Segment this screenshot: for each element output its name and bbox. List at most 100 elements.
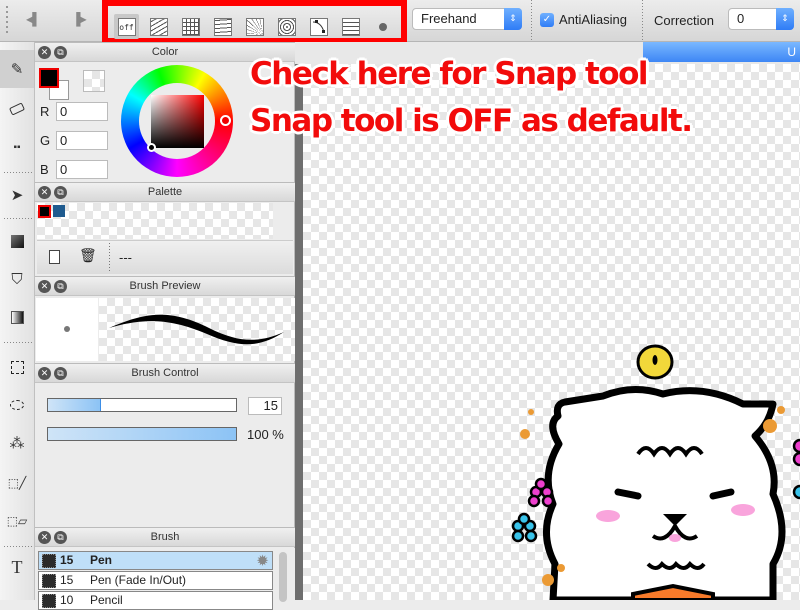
transparent-color-swatch[interactable] — [83, 70, 105, 92]
correction-select[interactable]: 0 ⇕ — [728, 8, 794, 30]
brush-size-input[interactable]: 15 — [248, 397, 282, 415]
brush-stroke-preview — [99, 298, 295, 361]
horizontal-lines-icon — [213, 17, 232, 36]
snap-radial-button[interactable] — [242, 14, 267, 39]
radial-lines-icon — [245, 17, 264, 36]
snap-parallel-lines-button[interactable] — [146, 14, 171, 39]
chevron-updown-icon: ⇕ — [776, 8, 794, 30]
b-input[interactable]: 0 — [56, 160, 108, 179]
palette-swatch[interactable] — [38, 205, 51, 218]
close-icon[interactable]: ✕ — [38, 531, 51, 544]
gradient-tool[interactable] — [4, 304, 30, 330]
pen-tool[interactable]: ✎ — [0, 50, 34, 88]
move-arrow-icon: ➤ — [10, 187, 24, 204]
curve-icon — [309, 17, 328, 36]
palette-name: --- — [119, 250, 132, 265]
brush-preview-panel-header: ✕ ⧉ Brush Preview — [35, 276, 295, 296]
brush-size: 15 — [60, 573, 74, 587]
brush-list: 15 Pen ✹ 15 Pen (Fade In/Out) 10 Pencil — [35, 548, 295, 610]
magic-wand-tool[interactable]: ⁂ — [4, 430, 30, 456]
brush-opacity-slider[interactable] — [47, 427, 237, 441]
gradient-icon — [10, 310, 24, 324]
eraser-tool[interactable] — [4, 96, 30, 122]
fill-rect-tool[interactable] — [4, 228, 30, 254]
new-page-icon[interactable] — [49, 250, 60, 264]
snap-off-button[interactable]: off — [114, 14, 139, 39]
close-icon[interactable]: ✕ — [38, 280, 51, 293]
toolbar-grip[interactable] — [6, 6, 8, 34]
close-icon[interactable]: ✕ — [38, 46, 51, 59]
palette-swatch[interactable] — [53, 205, 65, 217]
foreground-color-swatch[interactable] — [39, 68, 59, 88]
brush-name: Pencil — [90, 593, 123, 607]
document-tab[interactable]: U — [643, 42, 800, 62]
toolbar-divider — [642, 0, 643, 40]
trash-icon[interactable]: 🗑 — [79, 247, 97, 264]
gear-icon[interactable]: ✹ — [257, 552, 268, 569]
step-forward-icon[interactable]: ▐▶ — [72, 12, 87, 26]
close-icon[interactable]: ✕ — [38, 367, 51, 380]
step-back-icon[interactable]: ◀▌ — [26, 12, 41, 26]
tool-divider — [4, 172, 32, 173]
brush-list-item[interactable]: 15 Pen ✹ — [38, 551, 273, 570]
brush-preview-panel-title: Brush Preview — [129, 280, 201, 292]
color-handle[interactable] — [147, 143, 156, 152]
brush-size-fill — [48, 399, 101, 411]
snap-curve-button[interactable] — [306, 14, 331, 39]
select-pen-tool[interactable]: ⬚╱ — [4, 470, 30, 496]
brush-tip-dot — [64, 326, 70, 332]
close-icon[interactable]: ✕ — [38, 186, 51, 199]
detach-icon[interactable]: ⧉ — [54, 531, 67, 544]
hue-wheel[interactable] — [121, 65, 233, 177]
b-label: B — [40, 162, 49, 177]
dashed-rect-icon — [10, 360, 24, 374]
tool-divider — [4, 342, 32, 343]
brush-name: Pen — [90, 553, 113, 567]
brush-list-scrollbar[interactable] — [279, 552, 287, 602]
pencil-icon: ✎ — [10, 61, 24, 78]
snap-point-button[interactable] — [370, 14, 395, 39]
g-label: G — [40, 133, 51, 148]
magic-wand-icon: ⁂ — [9, 435, 25, 452]
snap-vanishing-lines-button[interactable] — [210, 14, 235, 39]
tool-divider — [4, 546, 32, 547]
brush-size: 15 — [60, 553, 74, 567]
snap-grid-button[interactable] — [178, 14, 203, 39]
palette-panel-header: ✕ ⧉ Palette — [35, 182, 295, 202]
brush-size-slider[interactable] — [47, 398, 237, 412]
hue-handle[interactable] — [220, 115, 231, 126]
tools-sidebar: ✎ ▪▪ ➤ ⛉ ⁂ ⬚╱ ⬚▱ T — [0, 42, 35, 600]
brush-list-item[interactable]: 10 Pencil — [38, 591, 273, 610]
detach-icon[interactable]: ⧉ — [54, 280, 67, 293]
select-rect-tool[interactable] — [4, 354, 30, 380]
r-label: R — [40, 104, 50, 119]
annotation-line-2: Snap tool is OFF as default. — [250, 103, 693, 139]
antialiasing-checkbox[interactable]: ✓ AntiAliasing — [540, 12, 627, 27]
palette-panel-title: Palette — [147, 186, 183, 198]
snap-concentric-button[interactable] — [274, 14, 299, 39]
detach-icon[interactable]: ⧉ — [54, 46, 67, 59]
brush-list-item[interactable]: 15 Pen (Fade In/Out) — [38, 571, 273, 590]
bucket-tool[interactable]: ⛉ — [4, 266, 30, 292]
text-icon: T — [11, 556, 23, 577]
snap-perspective-grid-button[interactable] — [338, 14, 363, 39]
chevron-updown-icon: ⇕ — [504, 8, 522, 30]
detach-icon[interactable]: ⧉ — [54, 367, 67, 380]
detach-icon[interactable]: ⧉ — [54, 186, 67, 199]
select-eraser-tool[interactable]: ⬚▱ — [4, 508, 30, 534]
stroke-mode-select[interactable]: Freehand ⇕ — [412, 8, 522, 30]
dot-pen-tool[interactable]: ▪▪ — [4, 134, 30, 160]
lasso-tool[interactable] — [4, 392, 30, 418]
brush-opacity-value: 100 % — [247, 427, 284, 442]
drawing-canvas[interactable] — [303, 64, 800, 600]
blue-flower — [511, 512, 538, 543]
brush-opacity-fill — [48, 428, 236, 440]
perspective-grid-icon — [341, 17, 360, 36]
move-tool[interactable]: ➤ — [4, 182, 30, 208]
text-tool[interactable]: T — [4, 554, 30, 580]
lasso-icon — [10, 400, 24, 410]
g-input[interactable]: 0 — [56, 131, 108, 150]
document-tab-label: U — [787, 45, 796, 59]
saturation-value-square[interactable] — [151, 95, 204, 148]
r-input[interactable]: 0 — [56, 102, 108, 121]
